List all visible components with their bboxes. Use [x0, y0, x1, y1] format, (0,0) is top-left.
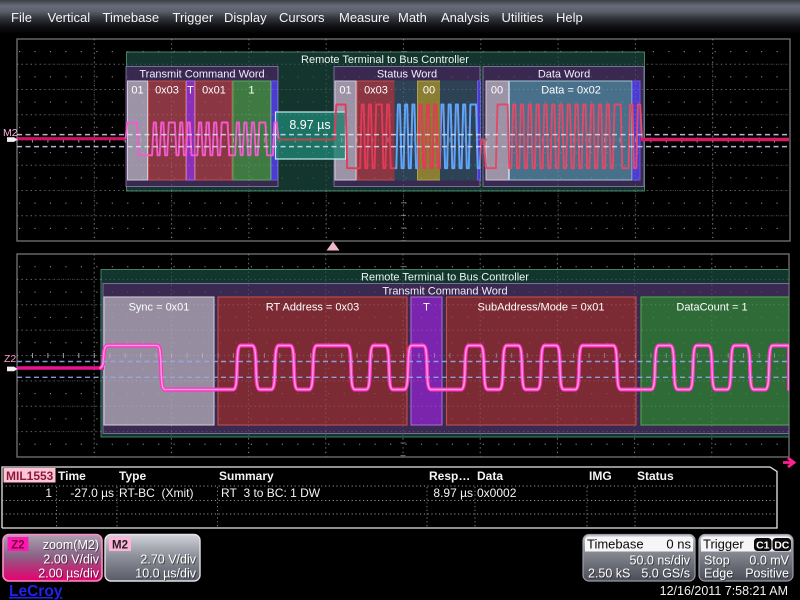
- svg-text:MIL1553: MIL1553: [6, 469, 54, 483]
- svg-text:Data Word: Data Word: [538, 69, 590, 81]
- svg-text:Display: Display: [224, 10, 267, 25]
- svg-text:M2: M2: [3, 127, 18, 139]
- svg-text:Help: Help: [556, 10, 583, 25]
- svg-text:Utilities: Utilities: [502, 10, 544, 25]
- svg-text:0x01: 0x01: [202, 85, 226, 97]
- svg-text:Resp…: Resp…: [429, 469, 470, 483]
- svg-text:2.00 V/div: 2.00 V/div: [43, 553, 99, 567]
- svg-text:Status: Status: [637, 469, 674, 483]
- svg-text:Z2: Z2: [4, 353, 16, 365]
- svg-text:DC: DC: [774, 539, 790, 551]
- svg-text:Analysis: Analysis: [441, 10, 490, 25]
- svg-text:1: 1: [248, 85, 254, 97]
- svg-text:12/16/2011 7:58:21 AM: 12/16/2011 7:58:21 AM: [660, 584, 788, 598]
- svg-text:SubAddress/Mode = 0x01: SubAddress/Mode = 0x01: [478, 302, 605, 314]
- svg-text:Status Word: Status Word: [377, 69, 437, 81]
- svg-text:Math: Math: [398, 10, 427, 25]
- svg-text:5.0 GS/s: 5.0 GS/s: [641, 567, 690, 581]
- svg-text:Summary: Summary: [219, 469, 274, 483]
- svg-text:00: 00: [423, 85, 435, 97]
- svg-text:Data: Data: [477, 469, 503, 483]
- svg-text:2.70 V/div: 2.70 V/div: [140, 553, 196, 567]
- svg-text:T: T: [423, 302, 430, 314]
- svg-text:RT Address = 0x03: RT Address = 0x03: [266, 302, 359, 314]
- svg-text:C1: C1: [756, 539, 770, 551]
- svg-text:01: 01: [131, 85, 143, 97]
- svg-text:0x03: 0x03: [155, 85, 179, 97]
- svg-text:Measure: Measure: [339, 10, 390, 25]
- svg-text:Type: Type: [119, 469, 146, 483]
- svg-text:Stop: Stop: [704, 554, 730, 568]
- svg-text:LeCroy: LeCroy: [9, 583, 63, 600]
- svg-text:Sync = 0x01: Sync = 0x01: [129, 302, 190, 314]
- svg-text:0x0002: 0x0002: [477, 486, 517, 500]
- svg-text:Transmit Command Word: Transmit Command Word: [139, 69, 264, 81]
- svg-text:2.00 µs/div: 2.00 µs/div: [38, 567, 99, 581]
- svg-text:Timebase: Timebase: [587, 537, 644, 552]
- svg-text:M2: M2: [112, 540, 128, 552]
- svg-text:Data = 0x02: Data = 0x02: [541, 85, 601, 97]
- svg-text:RT 3 to BC: 1 DW: RT 3 to BC: 1 DW: [221, 486, 321, 500]
- svg-text:Positive: Positive: [745, 567, 789, 581]
- svg-text:01: 01: [339, 85, 351, 97]
- svg-text:Timebase: Timebase: [103, 10, 160, 25]
- svg-text:Time: Time: [58, 469, 86, 483]
- svg-text:1: 1: [45, 486, 52, 500]
- svg-text:0x03: 0x03: [364, 85, 388, 97]
- svg-text:0 ns: 0 ns: [666, 537, 691, 552]
- svg-text:00: 00: [491, 85, 503, 97]
- svg-text:50.0 ns/div: 50.0 ns/div: [630, 554, 691, 568]
- svg-text:File: File: [11, 10, 32, 25]
- svg-text:Z2: Z2: [11, 540, 24, 552]
- svg-text:8.97 µs: 8.97 µs: [289, 118, 330, 132]
- svg-text:RT-BC (Xmit): RT-BC (Xmit): [119, 486, 193, 500]
- svg-text:Vertical: Vertical: [48, 10, 91, 25]
- svg-text:10.0 µs/div: 10.0 µs/div: [135, 567, 196, 581]
- svg-text:Transmit Command Word: Transmit Command Word: [382, 286, 507, 298]
- svg-text:zoom(M2): zoom(M2): [43, 538, 99, 552]
- svg-text:0.0 mV: 0.0 mV: [749, 554, 789, 568]
- svg-text:8.97 µs: 8.97 µs: [433, 486, 473, 500]
- svg-text:2.50 kS: 2.50 kS: [588, 567, 630, 581]
- svg-text:Cursors: Cursors: [279, 10, 325, 25]
- svg-text:Remote Terminal to Bus Control: Remote Terminal to Bus Controller: [361, 272, 529, 284]
- svg-text:-27.0 µs: -27.0 µs: [70, 486, 114, 500]
- svg-text:IMG: IMG: [589, 469, 612, 483]
- svg-text:Trigger: Trigger: [173, 10, 214, 25]
- svg-text:Trigger: Trigger: [703, 537, 744, 552]
- svg-text:Edge: Edge: [704, 567, 733, 581]
- svg-text:T: T: [187, 85, 194, 97]
